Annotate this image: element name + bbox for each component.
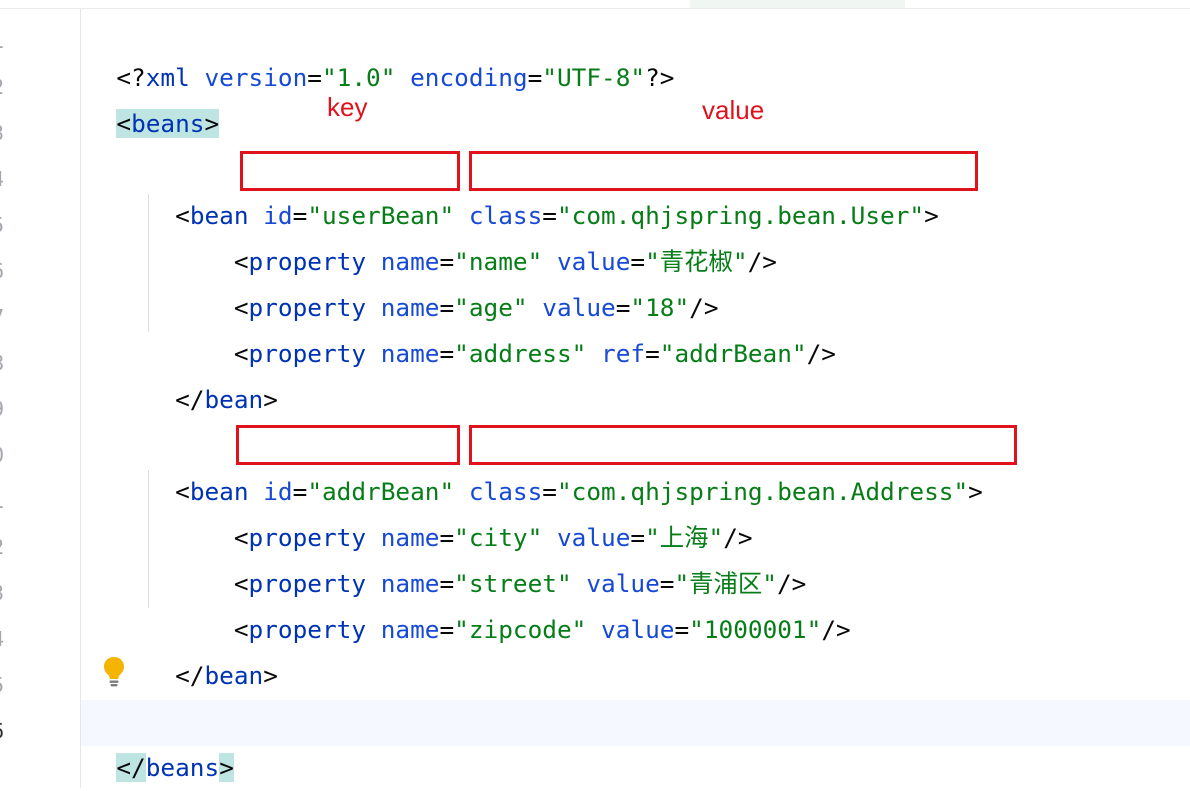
line-number: 5 [0, 202, 12, 248]
gt: > [204, 109, 220, 138]
line-number: 6 [0, 248, 12, 294]
code-line-14[interactable]: </bean> [87, 607, 278, 690]
gt: > [219, 753, 234, 782]
attr-value: "UTF-8" [542, 63, 646, 92]
attr-name: version [204, 63, 308, 92]
code-line-5[interactable]: <property name="name" value="青花椒"/> [87, 193, 777, 276]
code-line-16[interactable]: </beans> [87, 699, 234, 782]
gutter-separator [80, 9, 81, 788]
line-number: 9 [0, 386, 12, 432]
line-number: 1 [0, 18, 12, 64]
value-annotation-label: value [702, 95, 765, 125]
lt: < [116, 109, 132, 138]
lt-slash: </ [116, 753, 146, 782]
code-line-13[interactable]: <property name="zipcode" value="1000001"… [87, 561, 851, 644]
code-line-1[interactable]: <?xml version="1.0" encoding="UTF-8"?> [87, 9, 674, 92]
beans-close-tag-highlight: </ [116, 753, 146, 782]
line-number: 5 [0, 662, 12, 708]
line-number-current: 6 [0, 708, 12, 754]
gt: > [263, 385, 278, 414]
gt: > [968, 477, 983, 506]
line-number: 3 [0, 110, 12, 156]
tag-name: bean [204, 661, 264, 690]
tab-hint [690, 0, 905, 8]
line-number-gutter[interactable]: 1 2 3 4 5 6 7 8 9 0 1 2 3 4 5 6 [0, 9, 80, 788]
attr-value: "addrBean" [659, 339, 807, 368]
code-line-12[interactable]: <property name="street" value="青浦区"/> [87, 515, 807, 598]
class-user-highlight-box [469, 151, 978, 191]
line-number: 4 [0, 156, 12, 202]
equals: = [527, 63, 543, 92]
attr-name: encoding [410, 63, 528, 92]
lightbulb-icon[interactable] [101, 655, 127, 689]
equals: = [439, 339, 455, 368]
id-addrbean-highlight-box [236, 425, 460, 465]
class-address-highlight-box [469, 425, 1017, 465]
equals: = [645, 339, 660, 368]
attr-value: "address" [454, 339, 587, 368]
attr-name: name [380, 615, 440, 644]
line-number: 1 [0, 478, 12, 524]
tag-name: bean [204, 385, 264, 414]
beans-open-tag-highlight: <beans> [116, 109, 220, 138]
code-line-8[interactable]: </bean> [87, 331, 278, 414]
line-number: 0 [0, 432, 12, 478]
line-number: 2 [0, 64, 12, 110]
key-annotation-label: key [327, 92, 368, 122]
current-line-highlight [81, 700, 1190, 746]
lt-slash: </ [175, 385, 205, 414]
line-number: 4 [0, 616, 12, 662]
attr-name: name [380, 339, 440, 368]
line-number: 8 [0, 340, 12, 386]
attr-name: value [601, 615, 675, 644]
gt-highlight: > [219, 753, 234, 782]
equals: = [307, 63, 322, 92]
line-number: 3 [0, 570, 12, 616]
code-line-11[interactable]: <property name="city" value="上海"/> [87, 469, 753, 552]
lt-slash: </ [175, 661, 205, 690]
equals: = [674, 615, 690, 644]
xml-decl-close: ?> [645, 63, 675, 92]
attr-value: "1000001" [689, 615, 822, 644]
code-line-2[interactable]: <beans> [87, 55, 220, 138]
tag-name: beans [131, 109, 205, 138]
code-line-6[interactable]: <property name="age" value="18"/> [87, 239, 719, 322]
gt: > [924, 201, 939, 230]
self-close: /> [821, 615, 851, 644]
attr-name: ref [601, 339, 646, 368]
self-close: /> [806, 339, 836, 368]
id-userbean-highlight-box [240, 151, 460, 191]
line-number: 2 [0, 524, 12, 570]
gt: > [263, 661, 278, 690]
tag-name: beans [145, 753, 220, 782]
line-number: 7 [0, 294, 12, 340]
equals: = [439, 615, 455, 644]
attr-value: "1.0" [321, 63, 396, 92]
editor-top-strip [0, 0, 1190, 9]
code-line-7[interactable]: <property name="address" ref="addrBean"/… [87, 285, 836, 368]
attr-value: "zipcode" [454, 615, 587, 644]
self-close: /> [747, 247, 777, 276]
